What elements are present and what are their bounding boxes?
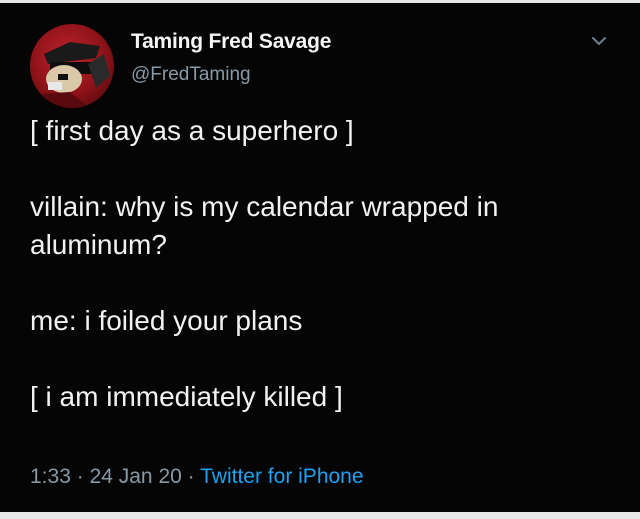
top-border bbox=[0, 0, 640, 3]
tweet-paragraph: villain: why is my calendar wrapped in a… bbox=[30, 191, 507, 260]
bottom-border bbox=[0, 512, 640, 519]
tweet-metadata: 1:33 · 24 Jan 20 · Twitter for iPhone bbox=[30, 465, 364, 489]
separator: · bbox=[187, 465, 195, 488]
tweet-paragraph: [ i am immediately killed ] bbox=[30, 381, 343, 412]
user-handle[interactable]: @FredTaming bbox=[131, 64, 251, 86]
tweet-time[interactable]: 1:33 bbox=[30, 465, 71, 488]
chevron-down-icon[interactable] bbox=[588, 30, 610, 52]
avatar[interactable] bbox=[30, 24, 114, 108]
display-name[interactable]: Taming Fred Savage bbox=[131, 30, 331, 54]
avatar-image bbox=[40, 42, 110, 108]
tweet-paragraph: [ first day as a superhero ] bbox=[30, 115, 354, 146]
tweet-source-link[interactable]: Twitter for iPhone bbox=[200, 465, 363, 488]
tweet-paragraph: me: i foiled your plans bbox=[30, 305, 303, 336]
tweet-card: Taming Fred Savage @FredTaming [ first d… bbox=[0, 0, 640, 519]
tweet-text: [ first day as a superhero ] villain: wh… bbox=[30, 112, 620, 416]
tweet-date[interactable]: 24 Jan 20 bbox=[90, 465, 182, 488]
separator: · bbox=[76, 465, 84, 488]
